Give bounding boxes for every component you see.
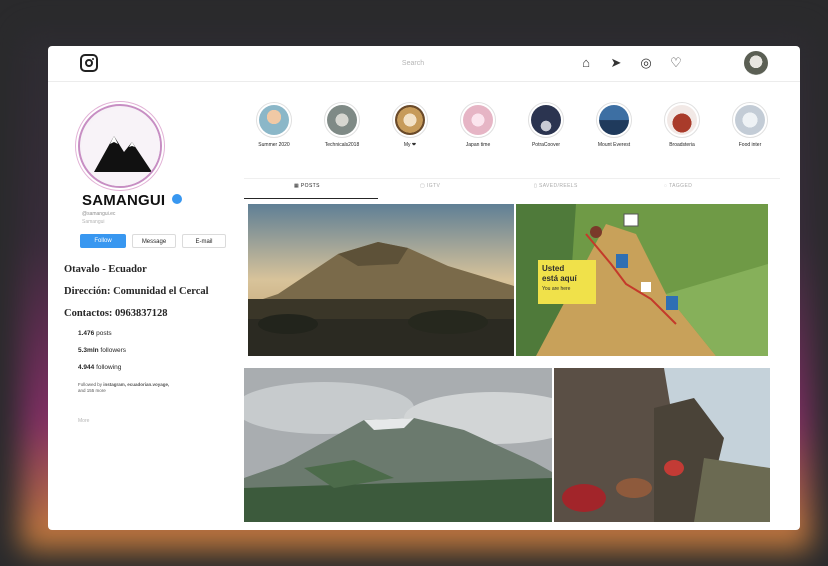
story-thumbnail — [259, 105, 289, 135]
profile-tabs: ▦ POSTS ▢ IGTV ▯ SAVED/REELS ◌ TAGGED — [244, 178, 780, 196]
follow-button[interactable]: Follow — [80, 234, 126, 248]
profile-actions: Follow Message E-mail — [80, 234, 226, 248]
instagram-logo-icon[interactable] — [80, 54, 98, 72]
story-highlight[interactable]: Food inter — [720, 102, 780, 148]
story-highlight[interactable]: Broadsteria — [652, 102, 712, 148]
tab-saved-label: SAVED/REELS — [538, 183, 578, 189]
post-thumbnail[interactable] — [244, 368, 552, 522]
followed-by-prefix: Followed by — [78, 382, 104, 387]
story-label: Broadsteria — [669, 142, 695, 148]
story-thumbnail — [667, 105, 697, 135]
more-link[interactable]: More — [78, 418, 89, 424]
send-icon[interactable]: ➤ — [608, 55, 624, 71]
story-label: Japan time — [465, 142, 491, 148]
stat-posts-value: 1.476 — [78, 330, 95, 337]
profile-subname: Samangui — [82, 219, 105, 225]
tab-igtv-label: IGTV — [426, 183, 441, 189]
stat-followers-label: followers — [100, 347, 127, 354]
profile-picture[interactable] — [78, 104, 162, 188]
story-label: Technicals2018 — [324, 142, 360, 148]
map-callout-line2: está aquí — [542, 274, 577, 283]
story-thumbnail — [327, 105, 357, 135]
stat-posts[interactable]: 1.476 posts — [78, 330, 112, 337]
story-ring — [324, 102, 360, 138]
bio-contact: Contactos: 0963837128 — [64, 308, 168, 319]
story-highlight[interactable]: PotraCoover — [516, 102, 576, 148]
map-callout: Usted está aquí You are here — [542, 264, 577, 294]
top-navigation-bar: Search ⌂ ➤ ◎ ♡ — [48, 46, 800, 82]
story-highlight[interactable]: My ❤ — [380, 102, 440, 148]
story-thumbnail — [531, 105, 561, 135]
story-highlight[interactable]: Summer 2020 — [244, 102, 304, 148]
user-avatar[interactable] — [744, 51, 768, 75]
home-icon[interactable]: ⌂ — [578, 55, 594, 71]
story-highlight[interactable]: Technicals2018 — [312, 102, 372, 148]
post-thumbnail[interactable] — [248, 204, 514, 356]
map-callout-line1: Usted — [542, 264, 565, 273]
tab-posts-label: POSTS — [300, 183, 320, 189]
post-thumbnail-map[interactable]: Usted está aquí You are here — [516, 204, 768, 356]
tab-igtv[interactable]: ▢ IGTV — [420, 183, 440, 189]
story-ring — [528, 102, 564, 138]
verified-badge-icon — [172, 194, 182, 204]
story-ring — [596, 102, 632, 138]
story-thumbnail — [735, 105, 765, 135]
stat-followers-value: 5.3mln — [78, 347, 99, 354]
tab-posts[interactable]: ▦ POSTS — [294, 183, 320, 189]
story-label: My ❤ — [403, 142, 417, 148]
profile-username: SAMANGUI — [82, 192, 166, 209]
message-button[interactable]: Message — [132, 234, 176, 248]
story-ring — [664, 102, 700, 138]
map-callout-line3: You are here — [542, 286, 571, 292]
nav-icons: ⌂ ➤ ◎ ♡ — [578, 55, 684, 71]
story-label: Summer 2020 — [258, 142, 290, 148]
story-highlight[interactable]: Japan time — [448, 102, 508, 148]
profile-handle: @samangui.ec — [82, 211, 116, 217]
story-thumbnail — [395, 105, 425, 135]
story-thumbnail — [599, 105, 629, 135]
story-label: PotraCoover — [531, 142, 561, 148]
story-ring — [460, 102, 496, 138]
story-thumbnail — [463, 105, 493, 135]
story-ring — [256, 102, 292, 138]
followed-by-suffix: and 155 more — [78, 388, 106, 393]
stat-following[interactable]: 4.944 following — [78, 364, 121, 371]
tab-tagged-label: TAGGED — [669, 183, 693, 189]
tab-saved[interactable]: ▯ SAVED/REELS — [534, 183, 578, 189]
post-thumbnail[interactable] — [554, 368, 770, 522]
stat-followers[interactable]: 5.3mln followers — [78, 347, 126, 354]
story-ring — [732, 102, 768, 138]
bio-address: Dirección: Comunidad el Cercal — [64, 286, 209, 297]
tab-tagged[interactable]: ◌ TAGGED — [664, 183, 692, 189]
story-label: Mount Everest — [597, 142, 631, 148]
grid-icon: ▦ — [294, 183, 301, 189]
explore-icon[interactable]: ◎ — [638, 55, 654, 71]
stat-following-label: following — [96, 364, 122, 371]
active-tab-indicator — [244, 198, 378, 199]
followed-by-names[interactable]: instagram, ecuadorian.voyage, — [103, 382, 169, 387]
instagram-profile-window: Search ⌂ ➤ ◎ ♡ SAMANGUI @samangui.ec Sam… — [48, 46, 800, 530]
email-button[interactable]: E-mail — [182, 234, 226, 248]
tv-icon: ▢ — [420, 183, 427, 189]
stat-posts-label: posts — [96, 330, 112, 337]
followed-by-text: Followed by instagram, ecuadorian.voyage… — [78, 382, 208, 394]
story-highlight[interactable]: Mount Everest — [584, 102, 644, 148]
story-label: Food inter — [738, 142, 762, 148]
story-highlights: Summer 2020 Technicals2018 My ❤ Japan ti… — [244, 102, 784, 162]
heart-icon[interactable]: ♡ — [668, 55, 684, 71]
search-input[interactable]: Search — [338, 56, 488, 72]
stat-following-value: 4.944 — [78, 364, 95, 371]
bio-location: Otavalo - Ecuador — [64, 264, 147, 275]
story-ring — [392, 102, 428, 138]
